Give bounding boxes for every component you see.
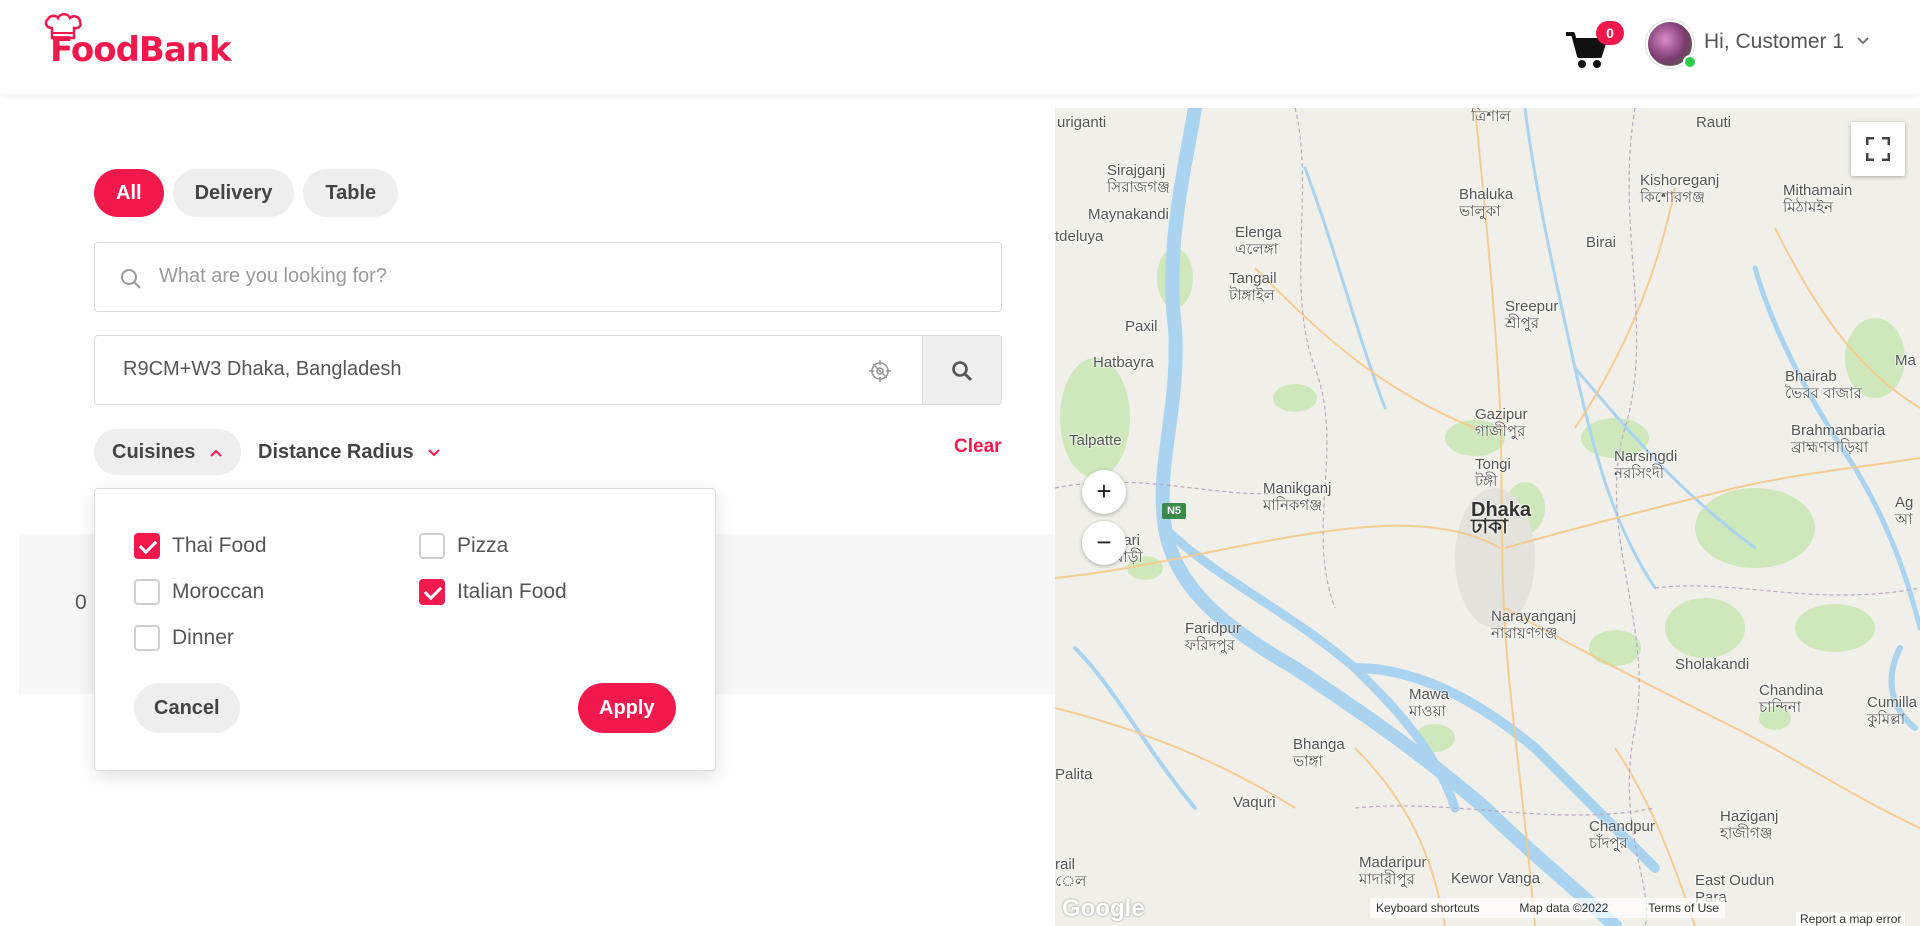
map-place-label: Narayanganj নারায়ণগঞ্জ (1491, 608, 1577, 642)
map-place-label: Paxil (1125, 318, 1158, 335)
search-icon (121, 269, 141, 289)
map-place-label: Bhairab ভৈরব বাজার (1785, 368, 1862, 402)
map-place-label: Birai (1586, 234, 1617, 251)
distance-radius-filter-button[interactable]: Distance Radius (258, 429, 441, 475)
cuisine-option-label: Thai Food (172, 534, 267, 557)
map-place-label: Rauti (1696, 114, 1732, 131)
map-place-label: Maynakandi (1088, 206, 1169, 223)
map-place-label: Madaripur মাদারীপুর (1359, 854, 1427, 888)
keyboard-shortcuts-link[interactable]: Keyboard shortcuts (1376, 898, 1479, 918)
map-place-label: Manikganj মানিকগঞ্জ (1263, 480, 1332, 514)
map-place-label: Sirajganj সিরাজগঞ্জ (1107, 162, 1170, 196)
map-place-label: Kishoreganj কিশোরগঞ্জ (1640, 172, 1720, 206)
map-place-label: Chandina চান্দিনা (1759, 682, 1824, 716)
online-status-dot (1683, 55, 1697, 69)
cuisine-option[interactable]: Dinner (134, 624, 234, 652)
map-place-label: tdeluya (1055, 228, 1104, 245)
chevron-up-icon (210, 449, 222, 457)
map-place-label: Elenga এলেঙ্গা (1235, 224, 1282, 258)
map-place-label: Ag আ (1895, 494, 1914, 528)
map-place-label: Brahmanbaria ব্রাহ্মণবাড়িয়া (1791, 422, 1886, 456)
results-count-text: 0 (75, 591, 87, 614)
map-place-label: Dhaka ঢাকা (1471, 499, 1532, 538)
zoom-in-button[interactable]: + (1082, 470, 1126, 514)
map-place-label: Tongi টঙ্গী (1475, 456, 1511, 490)
tab-delivery[interactable]: Delivery (172, 169, 295, 217)
cuisines-filter-label: Cuisines (112, 441, 196, 463)
fullscreen-icon (1866, 137, 1890, 161)
map-place-label: Ma (1895, 352, 1916, 369)
order-type-tabs: All Delivery Table (94, 169, 399, 217)
map-place-label: ত্রিশাল (1471, 108, 1511, 125)
tab-all[interactable]: All (94, 169, 164, 217)
map-place-label: railেল (1055, 856, 1087, 890)
report-map-error-link[interactable]: Report a map error (1796, 912, 1906, 926)
cuisine-option[interactable]: Italian Food (419, 578, 567, 606)
user-greeting[interactable]: Hi, Customer 1 (1704, 30, 1844, 54)
checkbox[interactable] (419, 533, 445, 559)
map-place-label: Hatbayra (1093, 354, 1154, 371)
cuisines-filter-button[interactable]: Cuisines (94, 429, 241, 475)
cuisine-option[interactable]: Moroccan (134, 578, 264, 606)
cuisine-option-label: Dinner (172, 626, 234, 649)
foodbank-logo[interactable]: FoodBank (42, 12, 232, 72)
clear-filters-link[interactable]: Clear (954, 436, 1002, 458)
map-place-label: Sreepur শ্রীপুর (1505, 298, 1559, 332)
map-place-label: Palita (1055, 766, 1093, 783)
map-place-label: Narsingdi নরসিংদী (1614, 448, 1678, 482)
cuisines-dropdown: Thai Food Pizza Moroccan Italian Food Di… (94, 488, 716, 771)
map-place-label: Gazipur গাজীপুর (1475, 406, 1528, 440)
map-place-label: Vaqurì (1233, 794, 1277, 811)
terms-of-use-link[interactable]: Terms of Use (1648, 898, 1719, 918)
search-placeholder: What are you looking for? (159, 265, 387, 287)
location-input[interactable]: R9CM+W3 Dhaka, Bangladesh (94, 335, 923, 405)
map-place-label: Faridpur ফরিদপুর (1185, 620, 1241, 654)
zoom-out-button[interactable]: − (1082, 521, 1126, 565)
location-search-button[interactable] (922, 335, 1002, 405)
map-place-label: Kewor Vanga (1451, 870, 1540, 887)
chevron-down-icon[interactable] (1856, 36, 1870, 46)
chevron-down-icon (428, 449, 440, 457)
checkbox[interactable] (134, 579, 160, 605)
fullscreen-button[interactable] (1851, 122, 1905, 176)
distance-radius-label: Distance Radius (258, 441, 414, 463)
tab-table[interactable]: Table (303, 169, 399, 217)
map-attribution: Keyboard shortcuts Map data ©2022 Terms … (1370, 898, 1725, 918)
map-data-text: Map data ©2022 (1519, 901, 1609, 915)
cancel-button[interactable]: Cancel (134, 683, 240, 733)
cart-count-badge: 0 (1596, 21, 1624, 45)
cuisine-option-label: Moroccan (172, 580, 265, 603)
map-place-label: Chandpur চাঁদপুর (1589, 818, 1655, 852)
road-shield-n5: N5 (1162, 503, 1186, 519)
google-logo: Google (1062, 895, 1145, 922)
locate-me-icon[interactable] (869, 360, 891, 382)
brand-name: FoodBank (50, 30, 232, 70)
search-icon (952, 361, 973, 382)
map-place-label: Sholakandi (1675, 656, 1750, 673)
cuisine-option-label: Italian Food (457, 580, 567, 603)
apply-button[interactable]: Apply (578, 683, 676, 733)
search-input[interactable]: What are you looking for? (94, 242, 1002, 312)
map-place-label: Cumilla কুমিল্লা (1867, 694, 1918, 728)
map-place-label: Talpatte (1069, 432, 1122, 449)
location-value: R9CM+W3 Dhaka, Bangladesh (123, 358, 402, 380)
map-place-label: Bhanga ভাঙ্গা (1293, 736, 1345, 770)
map-place-label: Mithamain মিঠামইন (1783, 182, 1853, 216)
map-place-label: Haziganj হাজীগঞ্জ (1720, 808, 1779, 842)
checkbox[interactable] (134, 625, 160, 651)
cuisine-option-label: Pizza (457, 534, 509, 557)
checkbox[interactable] (134, 533, 160, 559)
cuisine-option[interactable]: Thai Food (134, 532, 267, 560)
map-place-label: Bhaluka ভালুকা (1459, 186, 1514, 220)
cuisine-option[interactable]: Pizza (419, 532, 508, 560)
map-place-label: uriganti (1057, 114, 1107, 131)
top-navbar: FoodBank 0 Hi, Customer 1 (0, 0, 1920, 94)
checkbox[interactable] (419, 579, 445, 605)
map-place-label: Mawa মাওয়া (1409, 686, 1450, 720)
map-place-label: Tangail টাঙ্গাইল (1229, 270, 1277, 304)
